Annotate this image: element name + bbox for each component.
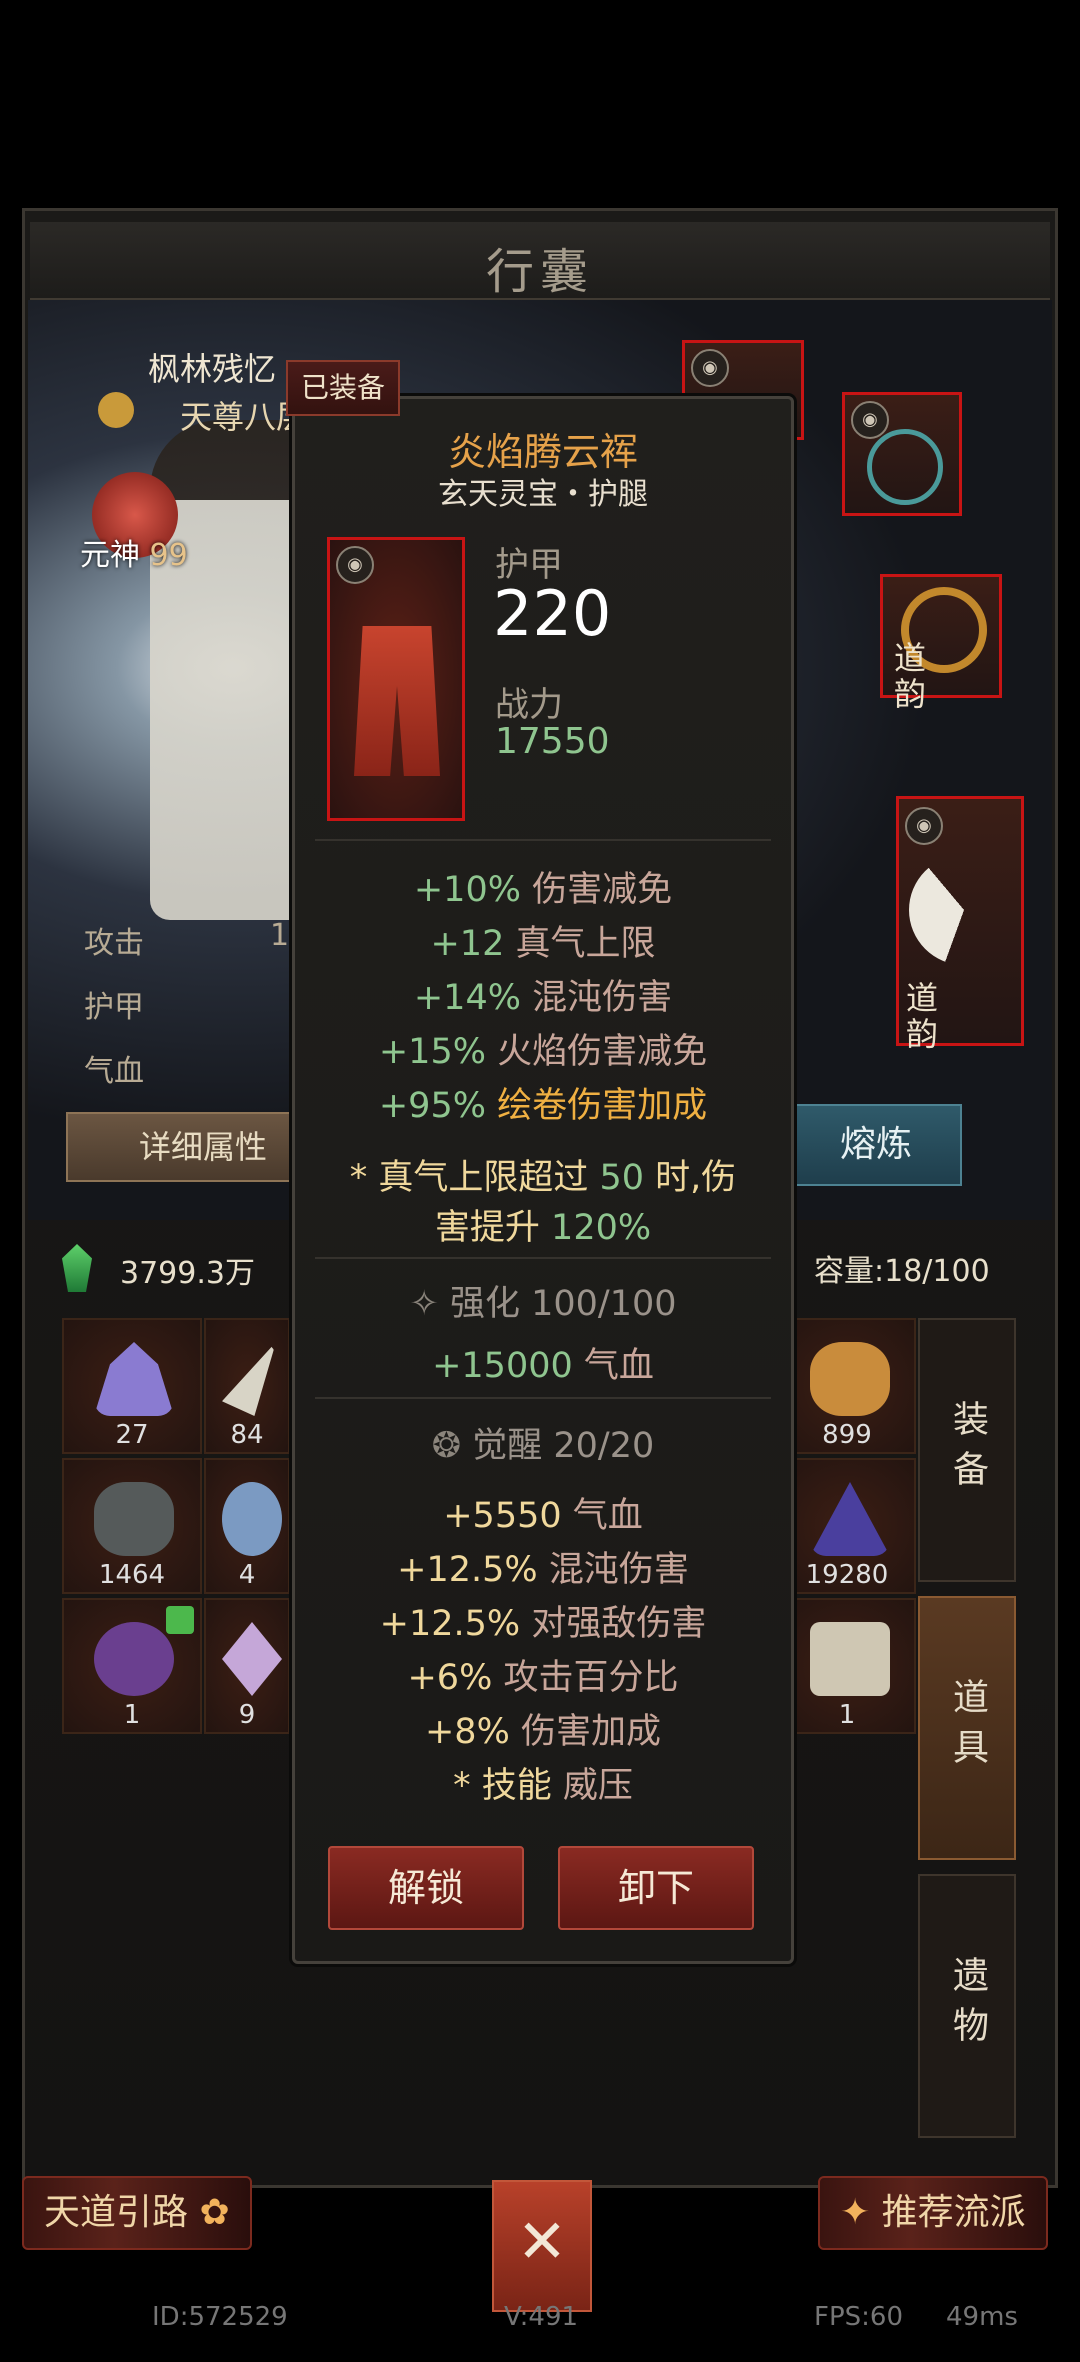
bracelet-slot-label: 道韵 (894, 639, 927, 713)
talisman-icon (810, 1622, 890, 1696)
smelt-button[interactable]: 熔炼 (790, 1104, 962, 1186)
lock-icon: ◉ (691, 349, 729, 387)
gem-pile-icon (810, 1342, 890, 1416)
egg-icon (94, 1622, 174, 1696)
crystal-cluster-icon (94, 1342, 174, 1416)
latency: 49ms (946, 2302, 1018, 2332)
item-qty: 4 (238, 1560, 256, 1590)
affix-line: +12 真气上限 (430, 924, 656, 964)
character-name: 枫林残忆 (148, 350, 277, 388)
affix-line: +10% 伤害减免 (413, 870, 673, 910)
tab-equipment[interactable]: 装备 (918, 1318, 1016, 1582)
stat-hp-label: 气血 (84, 1054, 144, 1089)
version: V:491 (504, 2302, 579, 2332)
affix-line-highlight: +95% 绘卷伤害加成 (378, 1086, 708, 1126)
inventory-cell[interactable]: 27 (62, 1318, 202, 1454)
power-label: 战力 (495, 685, 563, 725)
item-qty: 1 (838, 1700, 856, 1730)
equipped-badge: 已装备 (286, 360, 400, 416)
stat-attack-value: 1 (270, 918, 290, 953)
leggings-icon (354, 626, 440, 776)
lotus-icon: ✿ (199, 2192, 230, 2233)
enhance-line: ✧ 强化 100/100 (409, 1284, 677, 1324)
necklace-icon (867, 429, 943, 505)
awaken-icon: ❂ (431, 1426, 462, 1466)
tab-items[interactable]: 道具 (918, 1596, 1016, 1860)
inventory-cell[interactable]: 4 (204, 1458, 290, 1594)
awaken-affix: +8% 伤害加成 (424, 1712, 661, 1752)
ore-icon (94, 1482, 174, 1556)
unequip-button[interactable]: 卸下 (558, 1846, 754, 1930)
inventory-cell[interactable]: 899 (778, 1318, 916, 1454)
inventory-cell[interactable]: 19280 (778, 1458, 916, 1594)
item-type: 玄天灵宝・护腿 (438, 477, 648, 512)
heaven-route-button[interactable]: 天道引路 ✿ (22, 2176, 252, 2250)
divider (315, 839, 771, 841)
inventory-cell[interactable]: 84 (204, 1318, 290, 1454)
window-title: 行囊 (485, 244, 594, 300)
fan-icon (909, 855, 1019, 965)
special-effect-line1: * 真气上限超过 50 时,伤 (349, 1158, 737, 1198)
special-effect-line2: 害提升 120% (434, 1208, 652, 1248)
item-qty: 1464 (98, 1560, 166, 1590)
item-tooltip: 炎焰腾云裈 玄天灵宝・护腿 ◉ 护甲 220 战力 17550 +10% 伤害减… (292, 396, 794, 1964)
affix-line: +15% 火焰伤害减免 (378, 1032, 708, 1072)
stat-attack-label: 攻击 (84, 926, 144, 961)
awaken-skill: * 技能 威压 (453, 1766, 633, 1806)
item-qty: 9 (238, 1700, 256, 1730)
spirit-label: 元神 99 (80, 538, 188, 573)
recommend-build-button[interactable]: ✦ 推荐流派 (818, 2176, 1048, 2250)
character-rank: 天尊八层 (180, 398, 290, 436)
awaken-affix: +5550 气血 (443, 1496, 643, 1536)
divider (315, 1397, 771, 1399)
crystal-pile-icon (810, 1482, 890, 1556)
power-value: 17550 (495, 721, 610, 762)
enhance-icon: ✧ (409, 1284, 439, 1324)
item-name: 炎焰腾云裈 (447, 430, 638, 474)
inventory-cell[interactable]: 1464 (62, 1458, 202, 1594)
lock-icon: ◉ (336, 546, 374, 584)
inventory-cell[interactable]: 1 (62, 1598, 202, 1734)
item-portrait: ◉ (327, 537, 465, 821)
player-id: ID:572529 (152, 2302, 288, 2332)
inventory-tabs: 装备 道具 遗物 (918, 1318, 1016, 2152)
armor-value: 220 (493, 577, 612, 650)
divider (315, 1257, 771, 1259)
crossed-swords-icon: ✕ (516, 2207, 568, 2277)
tab-relics[interactable]: 遗物 (918, 1874, 1016, 2138)
fan-slot-label: 道韵 (906, 979, 939, 1053)
gift-icon (166, 1606, 194, 1634)
awaken-line: ❂ 觉醒 20/20 (431, 1426, 655, 1466)
lock-icon: ◉ (905, 807, 943, 845)
stat-armor-label: 护甲 (84, 990, 144, 1025)
item-qty: 1 (123, 1700, 141, 1730)
rank-icon (98, 392, 134, 428)
unlock-button[interactable]: 解锁 (328, 1846, 524, 1930)
crossed-swords-button[interactable]: ✕ (492, 2180, 592, 2312)
crystal-shard-icon (222, 1342, 276, 1416)
crystal-flower-icon (222, 1622, 282, 1696)
enhance-bonus: +15000 气血 (432, 1346, 654, 1386)
capacity: 容量:18/100 (814, 1254, 990, 1289)
inventory-cell[interactable]: 1 (778, 1598, 916, 1734)
lock-icon: ◉ (851, 401, 889, 439)
awaken-affix: +12.5% 混沌伤害 (397, 1550, 689, 1590)
awaken-affix: +12.5% 对强敌伤害 (379, 1604, 707, 1644)
item-qty: 27 (115, 1420, 149, 1450)
item-qty: 19280 (805, 1560, 889, 1590)
awaken-affix: +6% 攻击百分比 (407, 1658, 679, 1698)
inventory-cell[interactable]: 9 (204, 1598, 290, 1734)
item-qty: 84 (230, 1420, 264, 1450)
fps: FPS:60 (814, 2302, 903, 2332)
equip-slot-necklace[interactable]: ◉ (842, 392, 962, 516)
affix-line: +14% 混沌伤害 (413, 978, 673, 1018)
emblem-icon: ✦ (840, 2192, 871, 2233)
item-qty: 899 (822, 1420, 872, 1450)
orb-icon (222, 1482, 282, 1556)
currency-value: 3799.3万 (120, 1256, 255, 1291)
